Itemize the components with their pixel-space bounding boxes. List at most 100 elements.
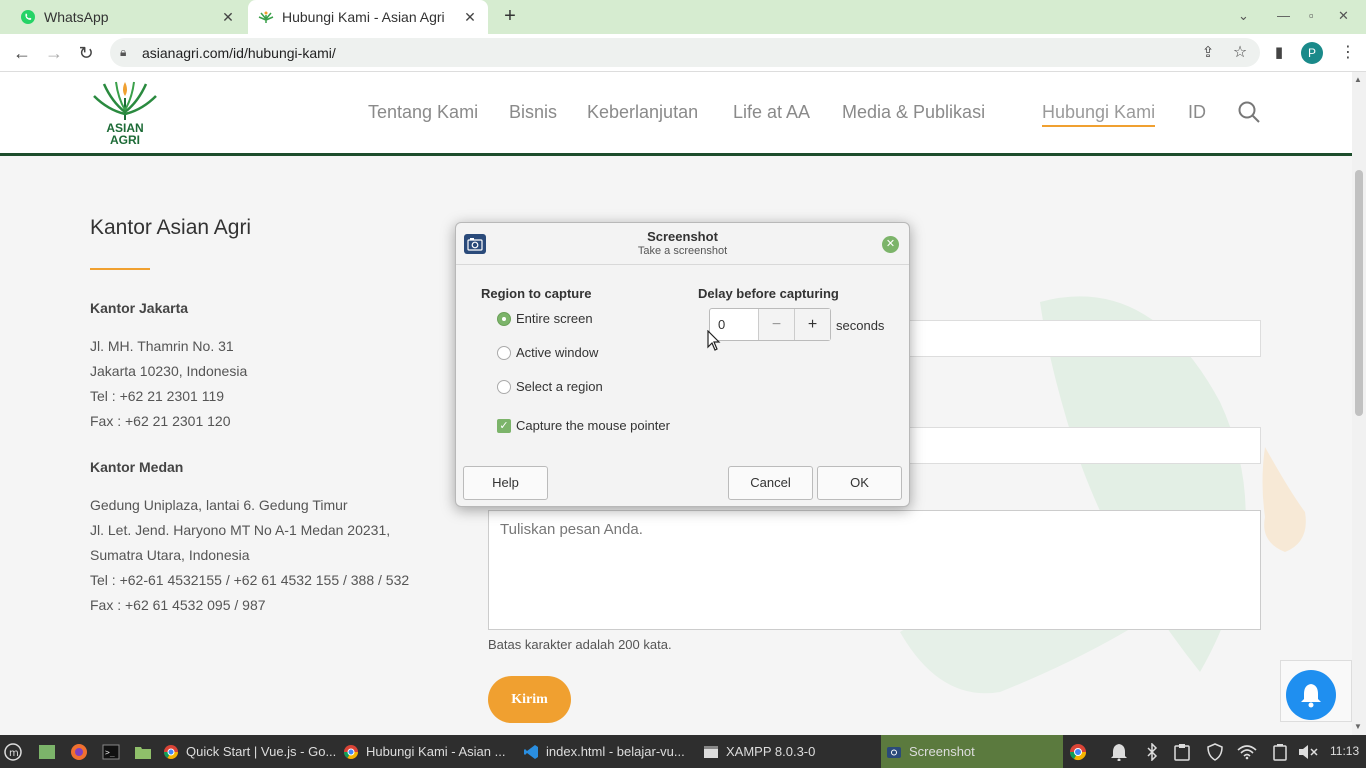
radio-button[interactable] [497, 379, 511, 394]
tab-search-icon[interactable]: ⌄ [1238, 8, 1249, 24]
taskbar-app-label: XAMPP 8.0.3-0 [726, 744, 816, 759]
help-button[interactable]: Help [463, 466, 548, 500]
clock[interactable]: 11:13 [1330, 744, 1359, 758]
start-menu-button[interactable]: m [4, 735, 30, 768]
nav-tentang-kami[interactable]: Tentang Kami [368, 102, 478, 123]
close-tab-icon[interactable]: ✕ [458, 9, 482, 26]
nav-keberlanjutan[interactable]: Keberlanjutan [587, 102, 698, 123]
taskbar-app-vscode[interactable]: index.html - belajar-vu... [522, 735, 700, 768]
search-icon[interactable] [1237, 100, 1261, 129]
taskbar-app-label: index.html - belajar-vu... [546, 744, 685, 759]
taskbar: m >_ Quick Start | Vue.js - Go... Hubung… [0, 735, 1366, 768]
notification-bell-button[interactable] [1286, 670, 1336, 720]
taskbar-app-label: Quick Start | Vue.js - Go... [186, 744, 337, 759]
bluetooth-icon[interactable] [1142, 742, 1162, 762]
submit-button[interactable]: Kirim [488, 676, 571, 723]
decrement-button[interactable]: − [758, 309, 794, 340]
office-name: Kantor Jakarta [90, 300, 189, 316]
terminal-icon: >_ [102, 743, 120, 761]
section-underline [90, 268, 150, 270]
screenshot-icon [885, 743, 903, 761]
delay-unit: seconds [836, 318, 885, 333]
wifi-icon[interactable] [1237, 742, 1257, 762]
asian-agri-favicon [258, 9, 274, 25]
shield-icon[interactable] [1205, 742, 1225, 762]
checkbox-checked-icon[interactable]: ✓ [497, 418, 511, 433]
taskbar-app-label: Hubungi Kami - Asian ... [366, 744, 506, 759]
taskbar-firefox[interactable] [70, 735, 94, 768]
increment-button[interactable]: + [794, 309, 830, 340]
chrome-icon [342, 743, 360, 761]
maximize-icon[interactable]: ▫ [1309, 8, 1314, 23]
capture-pointer-checkbox[interactable]: ✓ Capture the mouse pointer [497, 418, 670, 433]
svg-text:m: m [9, 748, 19, 759]
taskbar-files[interactable] [134, 735, 158, 768]
office-address: Jl. MH. Thamrin No. 31 Jakarta 10230, In… [90, 338, 248, 429]
battery-icon[interactable] [1270, 742, 1290, 762]
radio-button[interactable] [497, 311, 511, 326]
menu-kebab-icon[interactable]: ⋮ [1336, 41, 1360, 65]
nav-media-publikasi[interactable]: Media & Publikasi [842, 102, 985, 123]
region-label: Region to capture [481, 286, 592, 301]
firefox-icon [70, 743, 88, 761]
delay-spinbox[interactable]: 0 − + [709, 308, 831, 341]
radio-entire-screen[interactable]: Entire screen [497, 311, 593, 326]
new-tab-button[interactable]: + [498, 5, 522, 29]
close-dialog-icon[interactable]: ✕ [882, 236, 899, 253]
volume-muted-icon[interactable] [1298, 742, 1318, 762]
desktop-icon [38, 743, 56, 761]
bookmark-star-icon[interactable]: ☆ [1228, 41, 1252, 65]
ok-button[interactable]: OK [817, 466, 902, 500]
radio-active-window[interactable]: Active window [497, 345, 598, 360]
radio-select-region[interactable]: Select a region [497, 379, 603, 394]
asian-agri-logo[interactable]: ASIAN AGRI [88, 76, 162, 148]
page-scrollbar[interactable]: ▲ ▼ [1352, 72, 1366, 735]
lock-icon: 🔒︎ [120, 45, 127, 59]
minimize-icon[interactable]: — [1277, 8, 1290, 23]
message-textarea[interactable]: Tuliskan pesan Anda. [488, 510, 1261, 630]
xampp-icon [702, 743, 720, 761]
section-title: Kantor Asian Agri [90, 216, 252, 239]
radio-label: Select a region [516, 379, 603, 394]
radio-label: Entire screen [516, 311, 593, 326]
mouse-pointer-icon [707, 329, 721, 357]
nav-bisnis[interactable]: Bisnis [509, 102, 557, 123]
taskbar-app-vue[interactable]: Quick Start | Vue.js - Go... [162, 735, 342, 768]
side-panel-icon[interactable]: ▮ [1267, 41, 1291, 65]
tab-title: WhatsApp [44, 9, 109, 25]
tab-title: Hubungi Kami - Asian Agri [282, 9, 445, 25]
scroll-down-icon[interactable]: ▼ [1354, 722, 1362, 731]
taskbar-app-asian-agri[interactable]: Hubungi Kami - Asian ... [342, 735, 517, 768]
site-header: ASIAN AGRI Tentang Kami Bisnis Keberlanj… [0, 72, 1352, 156]
back-icon[interactable]: ← [10, 41, 34, 65]
close-tab-icon[interactable]: ✕ [216, 9, 240, 26]
forward-icon[interactable]: → [42, 41, 66, 65]
chrome-icon [162, 743, 180, 761]
svg-text:>_: >_ [105, 748, 115, 757]
checkbox-label: Capture the mouse pointer [516, 418, 670, 433]
cancel-button[interactable]: Cancel [728, 466, 813, 500]
notifications-icon[interactable] [1109, 742, 1129, 762]
office-address: Gedung Uniplaza, lantai 6. Gedung Timur … [90, 497, 410, 613]
taskbar-show-desktop[interactable] [38, 735, 62, 768]
nav-hubungi-kami[interactable]: Hubungi Kami [1042, 102, 1156, 127]
tray-chrome-icon[interactable] [1068, 742, 1088, 762]
clipboard-icon[interactable] [1172, 742, 1192, 762]
radio-button[interactable] [497, 345, 511, 360]
taskbar-terminal[interactable]: >_ [102, 735, 126, 768]
nav-language-id[interactable]: ID [1188, 102, 1206, 123]
taskbar-app-screenshot[interactable]: Screenshot [881, 735, 1063, 768]
tab-whatsapp[interactable]: WhatsApp ✕ [8, 0, 246, 34]
scroll-up-icon[interactable]: ▲ [1354, 75, 1362, 84]
profile-avatar[interactable]: P [1301, 42, 1323, 64]
scrollbar-thumb[interactable] [1355, 170, 1363, 416]
tab-hubungi-kami[interactable]: Hubungi Kami - Asian Agri ✕ [248, 0, 488, 34]
reload-icon[interactable]: ↻ [74, 41, 98, 65]
bell-icon [1301, 684, 1321, 708]
nav-life-at-aa[interactable]: Life at AA [733, 102, 810, 123]
close-window-icon[interactable]: ✕ [1338, 8, 1349, 24]
vscode-icon [522, 743, 540, 761]
share-icon[interactable]: ⇪ [1196, 41, 1220, 65]
taskbar-app-xampp[interactable]: XAMPP 8.0.3-0 [702, 735, 878, 768]
address-bar[interactable]: 🔒︎ asianagri.com/id/hubungi-kami/ [110, 38, 1260, 67]
